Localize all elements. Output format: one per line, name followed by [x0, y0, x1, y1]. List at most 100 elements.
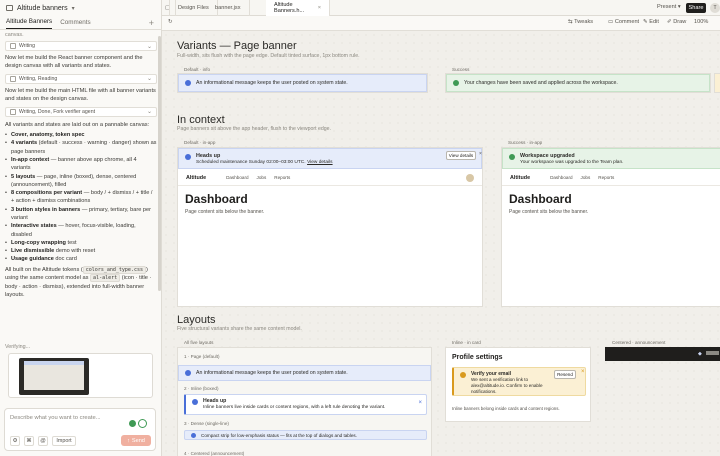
success-banner: Your changes have been saved and applied… — [446, 74, 710, 92]
info-icon — [185, 80, 191, 86]
attach-icon[interactable]: ⌘ — [24, 436, 34, 446]
inline-banner-example: Heads up Inline banners live inside card… — [184, 394, 427, 415]
tool-step[interactable]: Writing, Reading ⌄ — [5, 73, 157, 84]
canvas-toolbar: ↻ ⇆ Tweaks ▭ Comment ✎ Edit ✐ Draw 100% — [162, 16, 720, 31]
edit-button[interactable]: ✎ Edit — [643, 19, 659, 25]
artboard-warning[interactable] — [714, 73, 720, 93]
list-item: • 5 layouts — page, inline (boxed), dense… — [5, 173, 137, 188]
artboard-inline-in-card[interactable]: Profile settings Verify your email We se… — [445, 347, 591, 422]
app-nav: Altitude Dashboard Jobs Reports — [178, 170, 482, 186]
close-icon[interactable]: × — [581, 369, 585, 375]
mic-icon[interactable] — [129, 420, 136, 427]
view-details-link[interactable]: View details — [307, 160, 333, 165]
list-item: • 4 variants (default · success · warning… — [5, 140, 157, 155]
list-item: • Usage guidance doc card — [5, 256, 77, 263]
file-icon — [10, 75, 16, 82]
section-subtitle: Five structural variants share the same … — [177, 326, 302, 332]
project-title[interactable]: Altitude banners — [17, 5, 68, 12]
artboard-default-info[interactable]: An informational message keeps the user … — [177, 73, 428, 93]
panel-tabs: Altitude Banners Comments + — [0, 16, 162, 30]
chevron-down-icon: ⌄ — [146, 109, 152, 116]
artboard-success-in-app[interactable]: Workspace upgraded Your workspace was up… — [501, 147, 720, 307]
present-button[interactable]: Present ▾ — [657, 4, 681, 10]
share-button[interactable]: Share — [686, 3, 706, 13]
sidebar-toggle-icon[interactable] — [6, 5, 13, 11]
announcement-text-fragment — [706, 351, 719, 355]
warning-icon — [460, 372, 466, 378]
view-details-button[interactable]: View details — [446, 151, 476, 160]
settings-icon[interactable]: ⚙ — [10, 436, 20, 446]
tab-comments[interactable]: Comments — [60, 19, 90, 29]
draw-icon: ✐ — [667, 19, 672, 25]
tab-altitude-banners[interactable]: Altitude Banners — [6, 18, 53, 29]
page-content-text: Page content sits below the banner. — [509, 209, 589, 215]
tweaks-button[interactable]: ⇆ Tweaks — [568, 19, 593, 25]
artboard-label: All five layouts — [184, 340, 214, 345]
assistant-message: All built on the Altitude tokens (colors… — [5, 265, 152, 298]
nav-item-dashboard[interactable]: Dashboard — [550, 175, 572, 180]
info-icon — [191, 432, 196, 438]
list-item: • Cover, anatomy, token spec — [5, 132, 85, 139]
nav-item-reports[interactable]: Reports — [598, 175, 614, 180]
project-title-bar: Altitude banners ▾ — [0, 0, 162, 16]
nav-item-jobs[interactable]: Jobs — [257, 175, 267, 180]
feature-list: • Cover, anatomy, token spec • 4 variants … — [5, 131, 157, 264]
sparkle-icon: ◆ — [698, 351, 702, 357]
info-icon — [185, 154, 191, 160]
composer: Describe what you want to create... ⚙ ⌘ … — [4, 408, 156, 451]
layout-row-label: 2 · Inline (boxed) — [184, 386, 219, 391]
info-banner: Heads up Scheduled maintenance Sunday 02… — [178, 148, 482, 169]
nav-item-reports[interactable]: Reports — [274, 175, 290, 180]
send-icon: ↑ — [127, 437, 130, 444]
nav-item-jobs[interactable]: Jobs — [581, 175, 591, 180]
app-window: Altitude banners ▾ Altitude Banners Comm… — [0, 0, 720, 456]
mention-icon[interactable]: @ — [38, 436, 48, 446]
tool-step[interactable]: Writing ⌄ — [5, 41, 157, 51]
artboard-success[interactable]: Your changes have been saved and applied… — [445, 73, 711, 93]
edit-icon: ✎ — [643, 19, 648, 25]
section-title: In context — [177, 114, 225, 126]
list-item: • 8 compositions per variant — body / + d… — [5, 190, 153, 205]
close-icon[interactable]: × — [318, 5, 321, 11]
info-icon — [192, 399, 198, 405]
send-button[interactable]: ↑ Send — [121, 435, 151, 446]
chat-panel: Altitude banners ▾ Altitude Banners Comm… — [0, 0, 162, 456]
file-icon — [10, 108, 16, 115]
tab-altitude-banners-html[interactable]: Altitude Banners.h... × — [266, 0, 330, 16]
comment-button[interactable]: ▭ Comment — [608, 19, 639, 25]
add-tab-icon[interactable]: + — [149, 18, 154, 28]
verifying-status: Verifying... — [5, 344, 31, 350]
chevron-down-icon: ⌄ — [146, 76, 152, 83]
prompt-input[interactable]: Describe what you want to create... — [10, 415, 120, 421]
artboard-default-in-app[interactable]: Heads up Scheduled maintenance Sunday 02… — [177, 147, 483, 307]
artboard-all-layouts[interactable]: 1 · Page (default) An informational mess… — [177, 347, 432, 456]
close-icon[interactable]: × — [479, 151, 482, 157]
success-banner: Workspace upgraded Your workspace was up… — [502, 148, 720, 169]
resend-button[interactable]: Resend — [554, 370, 576, 379]
grammar-icon[interactable] — [138, 419, 147, 428]
tool-step[interactable]: Writing, Done, Fork verifier agent ⌄ — [5, 106, 157, 117]
panel-scrollbar[interactable] — [158, 36, 161, 291]
app-logo: Altitude — [510, 174, 531, 181]
chat-messages[interactable]: canvas. Writing ⌄ Now let me build the R… — [0, 31, 162, 321]
list-item: • Long-copy wrapping test — [5, 239, 77, 246]
tab-banner-jsx[interactable]: banner.jsx — [207, 0, 250, 16]
page-heading: Dashboard — [185, 192, 248, 206]
avatar[interactable] — [466, 174, 474, 182]
chevron-down-icon[interactable]: ▾ — [72, 5, 75, 12]
preview-thumbnail[interactable] — [8, 353, 153, 398]
design-canvas[interactable]: Variants — Page banner Full-width, sits … — [162, 31, 720, 456]
import-button[interactable]: Import — [52, 436, 76, 446]
assistant-badges — [129, 419, 147, 428]
zoom-level[interactable]: 100% — [694, 19, 708, 25]
avatar[interactable]: T — [710, 3, 720, 13]
assistant-message: Now let me build the React banner compon… — [5, 55, 143, 70]
draw-button[interactable]: ✐ Draw — [667, 19, 686, 25]
check-circle-icon — [509, 154, 515, 160]
close-icon[interactable]: × — [418, 400, 422, 406]
artboard-centered-announcement[interactable]: ◆ — [605, 347, 720, 361]
refresh-icon[interactable]: ↻ — [168, 19, 173, 25]
nav-item-dashboard[interactable]: Dashboard — [226, 175, 248, 180]
check-circle-icon — [453, 80, 459, 86]
app-logo: Altitude — [186, 174, 207, 181]
